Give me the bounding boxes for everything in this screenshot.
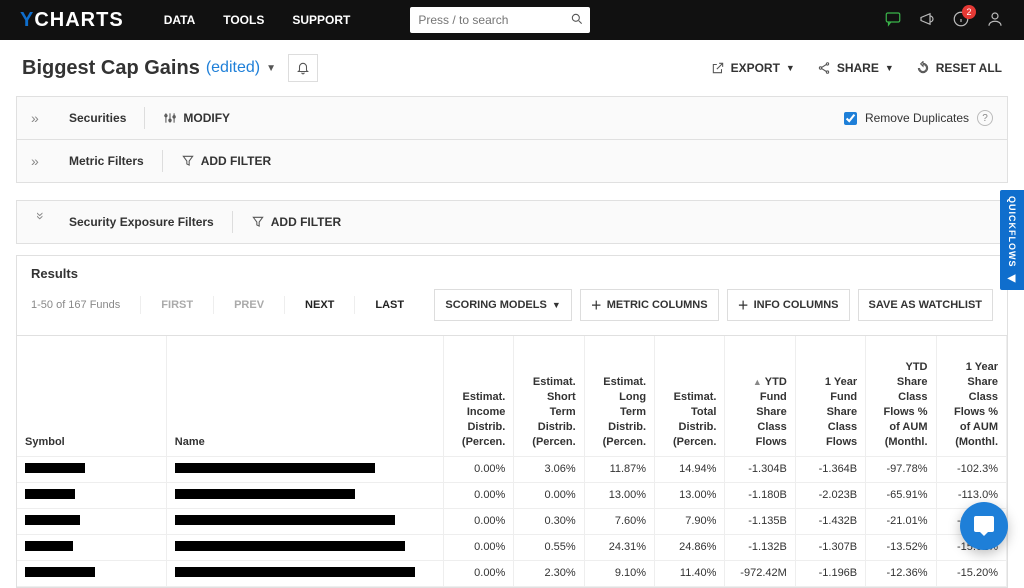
col-c2[interactable]: Estimat. Short Term Distrib. (Percen. <box>514 336 584 456</box>
search-input[interactable] <box>410 7 590 33</box>
search-icon <box>570 12 584 29</box>
page-prev[interactable]: PREV <box>234 299 264 311</box>
col-symbol[interactable]: Symbol <box>17 336 166 456</box>
info-icon[interactable]: 2 <box>952 10 970 31</box>
page-first[interactable]: FIRST <box>161 299 193 311</box>
nav-tools[interactable]: TOOLS <box>223 13 264 27</box>
securities-label: Securities <box>69 111 126 125</box>
exposure-filters-label: Security Exposure Filters <box>69 215 214 229</box>
table-row[interactable]: 0.00%0.30%7.60%7.90%-1.135B-1.432B-21.01… <box>17 508 1007 534</box>
results-count: 1-50 of 167 Funds <box>31 299 120 311</box>
modify-button[interactable]: MODIFY <box>163 111 230 125</box>
user-avatar-icon[interactable] <box>986 10 1004 31</box>
scoring-models-button[interactable]: SCORING MODELS▼ <box>434 289 571 321</box>
reset-icon <box>916 61 930 75</box>
col-c4[interactable]: Estimat. Total Distrib. (Percen. <box>655 336 725 456</box>
securities-expand-icon[interactable]: » <box>31 110 51 126</box>
share-icon <box>817 61 831 75</box>
reset-button[interactable]: RESET ALL <box>916 61 1002 75</box>
table-row[interactable]: 0.00%0.55%24.31%24.86%-1.132B-1.307B-13.… <box>17 534 1007 560</box>
export-button[interactable]: EXPORT▼ <box>711 61 795 75</box>
funnel-icon <box>251 215 265 229</box>
arrow-left-icon: ◀ <box>1008 273 1017 284</box>
col-c8[interactable]: 1 Year Share Class Flows % of AUM (Month… <box>936 336 1007 456</box>
notification-badge: 2 <box>962 5 976 19</box>
col-c3[interactable]: Estimat. Long Term Distrib. (Percen. <box>584 336 654 456</box>
sliders-icon <box>163 111 177 125</box>
share-button[interactable]: SHARE▼ <box>817 61 894 75</box>
bell-icon <box>296 61 310 75</box>
remove-duplicates-label: Remove Duplicates <box>865 111 969 125</box>
save-watchlist-button[interactable]: SAVE AS WATCHLIST <box>858 289 993 321</box>
col-name[interactable]: Name <box>166 336 443 456</box>
page-next[interactable]: NEXT <box>305 299 334 311</box>
col-c1[interactable]: Estimat. Income Distrib. (Percen. <box>443 336 513 456</box>
help-icon[interactable]: ? <box>977 110 993 126</box>
page-last[interactable]: LAST <box>375 299 404 311</box>
col-c7[interactable]: YTD Share Class Flows % of AUM (Monthl. <box>866 336 936 456</box>
chat-button[interactable] <box>960 502 1008 550</box>
metric-add-filter-button[interactable]: ADD FILTER <box>181 154 271 168</box>
logo[interactable]: YCHARTS <box>20 9 124 32</box>
page-title: Biggest Cap Gains <box>22 57 200 80</box>
col-c6[interactable]: 1 Year Fund Share Class Flows <box>795 336 865 456</box>
metric-expand-icon[interactable]: » <box>31 153 51 169</box>
quickflows-tab[interactable]: QUICKFLOWS◀ <box>1000 190 1024 290</box>
exposure-collapse-icon[interactable]: » <box>33 212 49 232</box>
chat-icon[interactable] <box>884 10 902 31</box>
announce-icon[interactable] <box>918 10 936 31</box>
edited-link[interactable]: (edited) <box>206 59 260 77</box>
table-row[interactable]: 0.00%3.06%11.87%14.94%-1.304B-1.364B-97.… <box>17 456 1007 482</box>
col-c5[interactable]: ▲YTD Fund Share Class Flows <box>725 336 795 456</box>
funnel-icon <box>181 154 195 168</box>
remove-duplicates-checkbox[interactable] <box>844 112 857 125</box>
nav-data[interactable]: DATA <box>164 13 196 27</box>
info-columns-button[interactable]: ＋INFO COLUMNS <box>727 289 850 321</box>
results-heading: Results <box>17 256 1007 281</box>
export-icon <box>711 61 725 75</box>
title-caret-icon[interactable]: ▼ <box>266 63 276 74</box>
exposure-add-filter-button[interactable]: ADD FILTER <box>251 215 341 229</box>
table-row[interactable]: 0.00%0.00%13.00%13.00%-1.180B-2.023B-65.… <box>17 482 1007 508</box>
alerts-button[interactable] <box>288 54 318 82</box>
metric-filters-label: Metric Filters <box>69 154 144 168</box>
metric-columns-button[interactable]: ＋METRIC COLUMNS <box>580 289 719 321</box>
chat-bubble-icon <box>972 514 996 538</box>
sort-asc-icon: ▲ <box>753 377 762 387</box>
nav-support[interactable]: SUPPORT <box>292 13 350 27</box>
